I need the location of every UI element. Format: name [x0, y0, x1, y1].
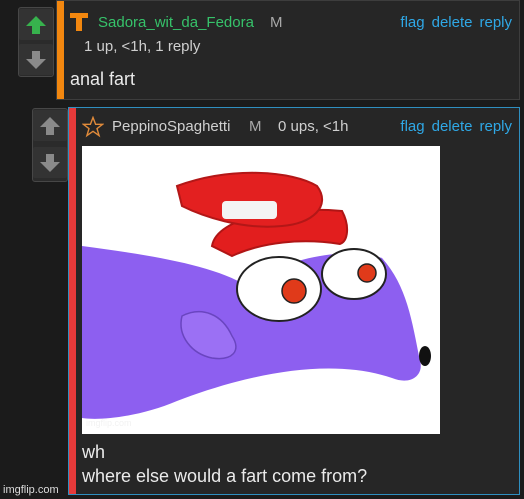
comment-meta: 1 up, <1h, 1 reply: [84, 38, 201, 55]
delete-link[interactable]: delete: [432, 118, 473, 135]
flag-link[interactable]: flag: [400, 118, 424, 135]
comment-text-line1: wh: [82, 442, 106, 462]
mod-marker: M: [249, 118, 262, 135]
flag-link[interactable]: flag: [400, 14, 424, 31]
reply-link[interactable]: reply: [479, 14, 512, 31]
comment-text-line2: where else would a fart come from?: [82, 466, 368, 486]
site-watermark: imgflip.com: [3, 484, 59, 496]
reply-link[interactable]: reply: [479, 118, 512, 135]
mod-marker: M: [270, 14, 283, 31]
username[interactable]: Sadora_wit_da_Fedora: [98, 14, 254, 31]
comment-image[interactable]: imgflip.com: [82, 146, 440, 434]
delete-link[interactable]: delete: [432, 14, 473, 31]
user-icon: [70, 13, 88, 31]
star-outline-icon: [82, 116, 104, 138]
image-watermark: imgflip.com: [86, 418, 132, 428]
upvote-button[interactable]: [19, 9, 53, 40]
comment-accent-bar: [57, 1, 64, 99]
comment-card: Sadora_wit_da_Fedora M flag delete reply 1…: [56, 0, 520, 100]
arrow-down-icon: [40, 153, 60, 172]
arrow-up-icon: [40, 116, 60, 135]
username[interactable]: PeppinoSpaghetti: [112, 118, 230, 135]
comment-meta: 0 ups, <1h: [278, 118, 349, 135]
upvote-button[interactable]: [33, 110, 67, 141]
comment-text: anal fart: [70, 69, 136, 89]
comment-accent-bar: [69, 108, 76, 494]
comment-actions: flag delete reply: [393, 14, 512, 31]
cartoon-rat-image: [82, 171, 431, 419]
downvote-button[interactable]: [19, 44, 53, 75]
vote-column: [32, 108, 68, 182]
arrow-up-icon: [26, 15, 46, 34]
vote-column: [18, 7, 54, 77]
downvote-button[interactable]: [33, 147, 67, 178]
comment-actions: flag delete reply: [393, 118, 512, 135]
arrow-down-icon: [26, 50, 46, 69]
comment-card: PeppinoSpaghetti M 0 ups, <1h flag delete…: [68, 107, 520, 495]
